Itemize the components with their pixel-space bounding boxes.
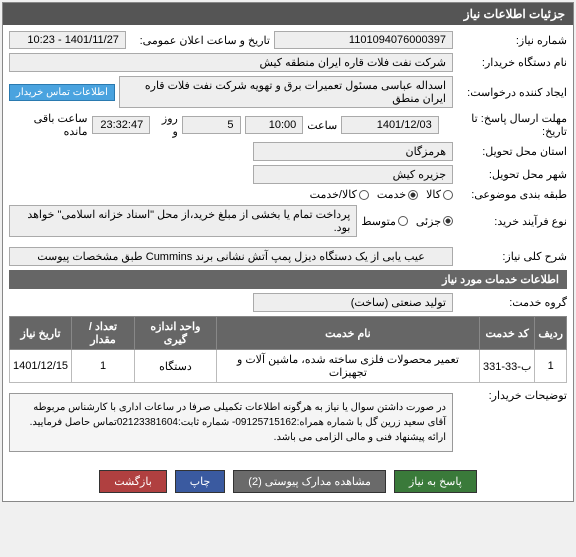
city-value: جزیره کیش — [253, 165, 453, 184]
service-group-value: تولید صنعتی (ساخت) — [253, 293, 453, 312]
row-buyer: نام دستگاه خریدار: شرکت نفت فلات قاره ای… — [9, 53, 567, 72]
th-qty: تعداد / مقدار — [72, 317, 135, 350]
remain-time: 23:32:47 — [92, 116, 151, 134]
row-deadline: مهلت ارسال پاسخ: تا تاریخ: 1401/12/03 سا… — [9, 112, 567, 138]
note-label: توضیحات خریدار: — [457, 389, 567, 402]
radio-service[interactable]: خدمت — [377, 188, 418, 201]
row-need-no: شماره نیاز: 1101094076000397 تاریخ و ساع… — [9, 31, 567, 49]
cell-qty: 1 — [72, 350, 135, 383]
radio-icon — [398, 216, 408, 226]
row-service-group: گروه خدمت: تولید صنعتی (ساخت) — [9, 293, 567, 312]
radio-goods[interactable]: کالا — [426, 188, 453, 201]
radio-icon — [443, 190, 453, 200]
panel-body: شماره نیاز: 1101094076000397 تاریخ و ساع… — [3, 25, 573, 462]
button-bar: پاسخ به نیاز مشاهده مدارک پیوستی (2) چاپ… — [3, 462, 573, 501]
table-header-row: ردیف کد خدمت نام خدمت واحد اندازه گیری ت… — [10, 317, 567, 350]
row-province: استان محل تحویل: هرمزگان — [9, 142, 567, 161]
radio-medium[interactable]: متوسط — [361, 215, 408, 228]
th-unit: واحد اندازه گیری — [134, 317, 216, 350]
process-radio-group: جزئی متوسط — [361, 215, 453, 228]
day-label: روز و — [154, 112, 178, 138]
main-panel: جزئیات اطلاعات نیاز شماره نیاز: 11010940… — [2, 2, 574, 502]
cell-date: 1401/12/15 — [10, 350, 72, 383]
topic-label: طبقه بندی موضوعی: — [457, 188, 567, 201]
panel-title: جزئیات اطلاعات نیاز — [3, 3, 573, 25]
th-row: ردیف — [535, 317, 567, 350]
deadline-label: مهلت ارسال پاسخ: تا تاریخ: — [443, 112, 567, 138]
province-label: استان محل تحویل: — [457, 145, 567, 158]
deadline-date: 1401/12/03 — [341, 116, 439, 134]
announce-value: 1401/11/27 - 10:23 — [9, 31, 126, 49]
buyer-label: نام دستگاه خریدار: — [457, 56, 567, 69]
row-desc: شرح کلی نیاز: عیب یابی از یک دستگاه دیزل… — [9, 247, 567, 266]
announce-label: تاریخ و ساعت اعلان عمومی: — [130, 34, 270, 47]
buyer-value: شرکت نفت فلات قاره ایران منطقه کیش — [9, 53, 453, 72]
radio-icon — [443, 216, 453, 226]
row-process: نوع فرآیند خرید: جزئی متوسط پرداخت تمام … — [9, 205, 567, 237]
print-button[interactable]: چاپ — [175, 470, 226, 493]
view-docs-button[interactable]: مشاهده مدارک پیوستی (2) — [233, 470, 386, 493]
contact-button[interactable]: اطلاعات تماس خریدار — [9, 84, 115, 101]
topic-radio-group: کالا خدمت کالا/خدمت — [310, 188, 453, 201]
remain-label: ساعت باقی مانده — [9, 112, 87, 138]
return-button[interactable]: بازگشت — [99, 470, 167, 493]
th-code: کد خدمت — [480, 317, 535, 350]
row-city: شهر محل تحویل: جزیره کیش — [9, 165, 567, 184]
row-creator: ایجاد کننده درخواست: اسداله عباسی مسئول … — [9, 76, 567, 108]
note-text: در صورت داشتن سوال یا نیاز به هرگونه اطل… — [9, 393, 453, 452]
row-topic: طبقه بندی موضوعی: کالا خدمت کالا/خدمت — [9, 188, 567, 201]
radio-both[interactable]: کالا/خدمت — [310, 188, 369, 201]
services-section-title: اطلاعات خدمات مورد نیاز — [9, 270, 567, 289]
respond-button[interactable]: پاسخ به نیاز — [394, 470, 477, 493]
deadline-time: 10:00 — [245, 116, 304, 134]
desc-value: عیب یابی از یک دستگاه دیزل پمپ آتش نشانی… — [9, 247, 453, 266]
process-note: پرداخت تمام یا بخشی از مبلغ خرید،از محل … — [9, 205, 357, 237]
table-row[interactable]: 1 ب-33-331 تعمیر محصولات فلزی ساخته شده،… — [10, 350, 567, 383]
th-date: تاریخ نیاز — [10, 317, 72, 350]
services-table: ردیف کد خدمت نام خدمت واحد اندازه گیری ت… — [9, 316, 567, 383]
cell-name: تعمیر محصولات فلزی ساخته شده، ماشین آلات… — [216, 350, 479, 383]
radio-partial[interactable]: جزئی — [416, 215, 453, 228]
radio-icon — [408, 190, 418, 200]
cell-code: ب-33-331 — [480, 350, 535, 383]
need-no-label: شماره نیاز: — [457, 34, 567, 47]
time-label-1: ساعت — [307, 119, 337, 132]
creator-value: اسداله عباسی مسئول تعمیرات برق و تهویه ش… — [119, 76, 453, 108]
process-label: نوع فرآیند خرید: — [457, 215, 567, 228]
radio-icon — [359, 190, 369, 200]
cell-row: 1 — [535, 350, 567, 383]
need-no-value: 1101094076000397 — [274, 31, 453, 49]
th-name: نام خدمت — [216, 317, 479, 350]
province-value: هرمزگان — [253, 142, 453, 161]
desc-label: شرح کلی نیاز: — [457, 250, 567, 263]
city-label: شهر محل تحویل: — [457, 168, 567, 181]
creator-label: ایجاد کننده درخواست: — [457, 86, 567, 99]
service-group-label: گروه خدمت: — [457, 296, 567, 309]
days-value: 5 — [182, 116, 241, 134]
cell-unit: دستگاه — [134, 350, 216, 383]
row-note: توضیحات خریدار: در صورت داشتن سوال یا نی… — [9, 389, 567, 452]
